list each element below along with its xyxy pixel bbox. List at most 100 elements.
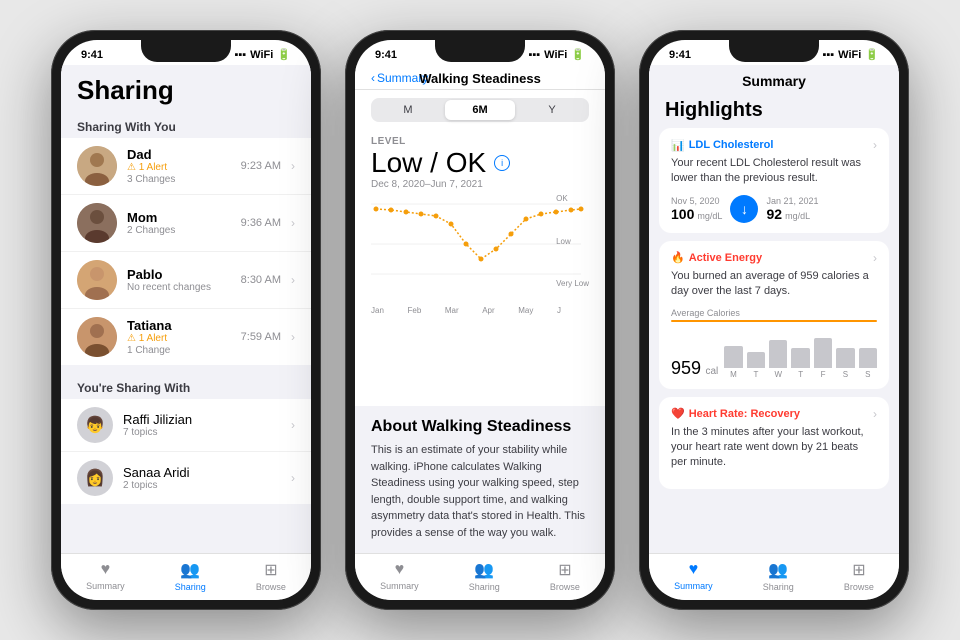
ldl-val2-row: 92 mg/dL — [766, 206, 818, 222]
y-very-low: Very Low — [556, 279, 589, 288]
ldl-card[interactable]: 📊 LDL Cholesterol › Your recent LDL Chol… — [659, 128, 889, 233]
tab-bar-2: ♥ Summary 👥 Sharing ⊞ Browse — [355, 553, 605, 600]
bar-labels: M T W T F S S — [724, 370, 877, 379]
highlights-title: Highlights — [649, 95, 899, 128]
tab-sharing-2[interactable]: 👥 Sharing — [469, 560, 500, 592]
summary-icon-3: ♥ — [689, 561, 699, 579]
info-icon[interactable]: i — [494, 155, 510, 171]
x-jan: Jan — [371, 306, 384, 315]
avatar-raffi: 👦 — [77, 407, 113, 443]
summary-label-2: Summary — [380, 581, 419, 591]
browse-icon-1: ⊞ — [264, 560, 277, 580]
sanaa-chevron: › — [291, 471, 295, 485]
seg-6m[interactable]: 6M — [445, 100, 515, 120]
ldl-icon: 📊 — [671, 139, 685, 152]
heart-category: ❤️ Heart Rate: Recovery — [671, 407, 800, 420]
cal-value-group: 959 cal — [671, 358, 718, 379]
bar-label-s1: S — [836, 370, 854, 379]
ldl-unit1: mg/dL — [697, 211, 722, 221]
tatiana-time: 7:59 AM — [241, 331, 281, 343]
energy-card[interactable]: 🔥 Active Energy › You burned an average … — [659, 241, 889, 389]
energy-chevron: › — [873, 251, 877, 265]
main-value: Low / OK i — [371, 147, 589, 179]
contact-tatiana[interactable]: Tatiana ⚠ 1 Alert 1 Change 7:59 AM › — [61, 309, 311, 365]
x-may: May — [518, 306, 533, 315]
summary-label-1: Summary — [86, 581, 125, 591]
orange-line — [671, 320, 877, 322]
pablo-name: Pablo — [127, 267, 231, 282]
browse-label-1: Browse — [256, 582, 286, 592]
tab-sharing-1[interactable]: 👥 Sharing — [175, 560, 206, 592]
p1-content: Sharing Sharing With You — [61, 65, 311, 553]
contact-pablo[interactable]: Pablo No recent changes 8:30 AM › — [61, 252, 311, 309]
ldl-chevron: › — [873, 138, 877, 152]
ldl-header: 📊 LDL Cholesterol › — [671, 138, 877, 152]
level-label: LEVEL — [371, 136, 589, 147]
x-apr: Apr — [482, 306, 494, 315]
energy-category: 🔥 Active Energy — [671, 251, 762, 264]
heart-card[interactable]: ❤️ Heart Rate: Recovery › In the 3 minut… — [659, 397, 889, 489]
ldl-val2: 92 — [766, 206, 782, 222]
tab-summary-3[interactable]: ♥ Summary — [674, 561, 713, 591]
you-sharing-list: 👦 Raffi Jilizian 7 topics › 👩 Sanaa Arid… — [61, 399, 311, 504]
contact-mom[interactable]: Mom 2 Changes 9:36 AM › — [61, 195, 311, 252]
sharing-icon-2: 👥 — [474, 560, 494, 580]
avatar-dad — [77, 146, 117, 186]
ldl-category-label: LDL Cholesterol — [689, 139, 774, 151]
p3-header: Summary — [649, 65, 899, 95]
tab-sharing-3[interactable]: 👥 Sharing — [763, 560, 794, 592]
sanaa-name: Sanaa Aridi — [123, 465, 281, 480]
about-title: About Walking Steadiness — [371, 418, 589, 436]
heart-text: In the 3 minutes after your last workout… — [671, 425, 877, 471]
sharing-sanaa[interactable]: 👩 Sanaa Aridi 2 topics › — [61, 452, 311, 504]
phone-1: 9:41 ▪▪▪ WiFi 🔋 Sharing Sharing With You — [51, 30, 321, 610]
contact-dad[interactable]: Dad ⚠ 1 Alert 3 Changes 9:23 AM › — [61, 138, 311, 195]
bar-w — [769, 340, 787, 368]
phone-3: 9:41 ▪▪▪ WiFi 🔋 Summary Highlights 📊 — [639, 30, 909, 610]
heart-header: ❤️ Heart Rate: Recovery › — [671, 407, 877, 421]
p3-page-title: Summary — [665, 73, 883, 89]
pablo-meta: No recent changes — [127, 282, 231, 293]
ldl-date1: Nov 5, 2020 — [671, 196, 722, 206]
p1-header: Sharing — [61, 65, 311, 112]
tab-browse-3[interactable]: ⊞ Browse — [844, 560, 874, 592]
browse-icon-2: ⊞ — [558, 560, 571, 580]
bar-f — [814, 338, 832, 368]
tab-summary-2[interactable]: ♥ Summary — [380, 561, 419, 591]
screen-3: Summary Highlights 📊 LDL Cholesterol › Y… — [649, 65, 899, 600]
seg-y[interactable]: Y — [517, 100, 587, 120]
contact-list: Dad ⚠ 1 Alert 3 Changes 9:23 AM › — [61, 138, 311, 365]
battery-icon-2: 🔋 — [571, 48, 585, 61]
summary-icon-1: ♥ — [101, 561, 111, 579]
heart-icon: ❤️ — [671, 407, 685, 420]
battery-icon-3: 🔋 — [865, 48, 879, 61]
tab-browse-1[interactable]: ⊞ Browse — [256, 560, 286, 592]
bar-label-th: T — [791, 370, 809, 379]
tatiana-meta: ⚠ 1 Alert 1 Change — [127, 333, 231, 356]
sharing-with-you-label: Sharing With You — [61, 112, 311, 138]
pablo-chevron: › — [291, 273, 295, 287]
contact-dad-info: Dad ⚠ 1 Alert 3 Changes — [127, 147, 231, 185]
p2-content: ‹ Summary Walking Steadiness M 6M Y LEVE… — [355, 65, 605, 553]
browse-label-3: Browse — [844, 582, 874, 592]
mom-time: 9:36 AM — [241, 217, 281, 229]
ldl-val1-group: Nov 5, 2020 100 mg/dL — [671, 196, 722, 222]
you-sharing-label: You're Sharing With — [61, 373, 311, 399]
energy-text: You burned an average of 959 calories a … — [671, 269, 877, 300]
avatar-tatiana — [77, 317, 117, 357]
avatar-mom — [77, 203, 117, 243]
chart-svg-container: OK Low Very Low — [371, 194, 589, 304]
sharing-label-1: Sharing — [175, 582, 206, 592]
energy-header: 🔥 Active Energy › — [671, 251, 877, 265]
ldl-val1: 100 — [671, 206, 694, 222]
tab-browse-2[interactable]: ⊞ Browse — [550, 560, 580, 592]
about-text: This is an estimate of your stability wh… — [371, 442, 589, 541]
tab-summary-1[interactable]: ♥ Summary — [86, 561, 125, 591]
battery-icon: 🔋 — [277, 48, 291, 61]
status-bar-3: 9:41 ▪▪▪ WiFi 🔋 — [649, 40, 899, 65]
contact-mom-info: Mom 2 Changes — [127, 210, 231, 236]
notch-3 — [729, 40, 819, 62]
sharing-raffi[interactable]: 👦 Raffi Jilizian 7 topics › — [61, 399, 311, 452]
avatar-pablo — [77, 260, 117, 300]
seg-m[interactable]: M — [373, 100, 443, 120]
